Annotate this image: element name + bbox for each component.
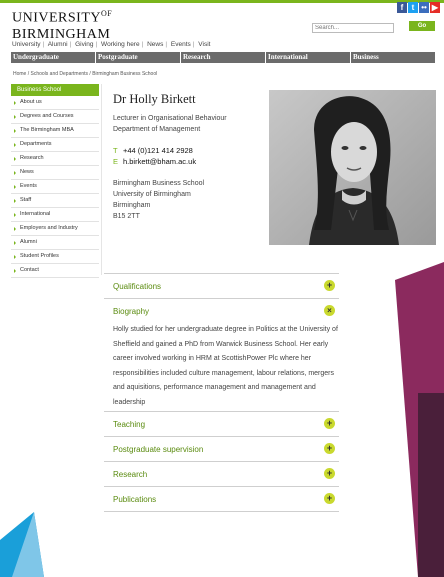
twitter-icon[interactable]: t: [408, 2, 418, 13]
sidebar-item-student-profiles[interactable]: Student Profiles: [11, 250, 99, 264]
sidebar-divider: [101, 84, 102, 275]
sidebar-item-about-us[interactable]: About us: [11, 96, 99, 110]
email-link[interactable]: h.birkett@bham.ac.uk: [123, 157, 196, 166]
main-nav: Undergraduate Postgraduate Research Inte…: [11, 52, 435, 63]
utility-link-alumni[interactable]: Alumni: [48, 41, 68, 48]
collapse-icon[interactable]: ×: [324, 305, 335, 316]
address-line: University of Birmingham: [113, 191, 191, 198]
utility-link-news[interactable]: News: [147, 41, 163, 48]
utility-link-events[interactable]: Events: [171, 41, 191, 48]
profile-name: Dr Holly Birkett: [113, 92, 196, 106]
accordion-title[interactable]: Research: [113, 470, 147, 479]
address-line: Birmingham: [113, 202, 151, 209]
profile-contact: T +44 (0)121 414 2928 Eh.birkett@bham.ac.…: [113, 145, 196, 167]
profile-job-title: Lecturer in Organisational Behaviour: [113, 115, 227, 122]
sidebar-item-birmingham-mba[interactable]: The Birmingham MBA: [11, 124, 99, 138]
youtube-icon[interactable]: ▶: [430, 2, 440, 13]
sidebar-heading[interactable]: Business School: [11, 84, 99, 96]
search-input[interactable]: [312, 23, 394, 33]
biography-text: Holly studied for her undergraduate degr…: [113, 326, 338, 406]
utility-link-visit[interactable]: Visit: [198, 41, 210, 48]
expand-icon[interactable]: +: [324, 418, 335, 429]
accordion-title[interactable]: Publications: [113, 495, 156, 504]
profile-department: Department of Management: [113, 126, 201, 133]
nav-international[interactable]: International: [266, 52, 351, 63]
expand-icon[interactable]: +: [324, 443, 335, 454]
sidebar-item-employers-and-industry[interactable]: Employers and Industry: [11, 222, 99, 236]
university-logo[interactable]: UNIVERSITYOF BIRMINGHAM: [12, 10, 112, 42]
profile-address: Birmingham Business School University of…: [113, 178, 204, 222]
email-label: E: [113, 157, 119, 166]
accordion-teaching[interactable]: Teaching +: [104, 411, 339, 436]
telephone-number[interactable]: +44 (0)121 414 2928: [123, 146, 193, 155]
portrait-image: [269, 90, 436, 245]
top-accent-bar: [0, 0, 444, 3]
profile-role: Lecturer in Organisational Behaviour Dep…: [113, 113, 227, 135]
sidebar-item-degrees-and-courses[interactable]: Degrees and Courses: [11, 110, 99, 124]
sidebar-item-events[interactable]: Events: [11, 180, 99, 194]
nav-undergraduate[interactable]: Undergraduate: [11, 52, 96, 63]
sidebar-item-research[interactable]: Research: [11, 152, 99, 166]
accordion-bottom-rule: [104, 511, 339, 512]
utility-link-university[interactable]: University: [12, 41, 41, 48]
social-links: f t •• ▶: [397, 2, 440, 13]
sidebar-item-international[interactable]: International: [11, 208, 99, 222]
utility-link-giving[interactable]: Giving: [75, 41, 93, 48]
light-blue-shape: [12, 512, 44, 577]
accordion-postgraduate-supervision[interactable]: Postgraduate supervision +: [104, 436, 339, 461]
sidebar-item-contact[interactable]: Contact: [11, 264, 99, 278]
accordion-title[interactable]: Teaching: [113, 420, 145, 429]
go-button[interactable]: Go: [409, 21, 435, 31]
nav-business[interactable]: Business: [351, 52, 435, 63]
expand-icon[interactable]: +: [324, 468, 335, 479]
nav-postgraduate[interactable]: Postgraduate: [96, 52, 181, 63]
purple-shape: [395, 262, 444, 577]
address-line: Birmingham Business School: [113, 180, 205, 187]
accordion-title[interactable]: Postgraduate supervision: [113, 445, 203, 454]
blue-shape: [0, 512, 44, 577]
sidebar-nav: Business School About us Degrees and Cou…: [11, 84, 99, 278]
sidebar-item-staff[interactable]: Staff: [11, 194, 99, 208]
accordion-qualifications[interactable]: Qualifications +: [104, 273, 339, 298]
accordion-publications[interactable]: Publications +: [104, 486, 339, 511]
expand-icon[interactable]: +: [324, 280, 335, 291]
sidebar-item-alumni[interactable]: Alumni: [11, 236, 99, 250]
accordion-research[interactable]: Research +: [104, 461, 339, 486]
expand-icon[interactable]: +: [324, 493, 335, 504]
utility-nav: University | Alumni | Giving | Working here…: [12, 41, 211, 48]
sidebar-item-news[interactable]: News: [11, 166, 99, 180]
utility-link-working-here[interactable]: Working here: [101, 41, 140, 48]
accordion-title[interactable]: Biography: [113, 307, 149, 316]
sidebar-item-departments[interactable]: Departments: [11, 138, 99, 152]
nav-research[interactable]: Research: [181, 52, 266, 63]
dark-purple-shape: [418, 393, 444, 577]
address-line: B15 2TT: [113, 213, 140, 220]
profile-photo: [269, 90, 436, 245]
facebook-icon[interactable]: f: [397, 2, 407, 13]
accordion-title[interactable]: Qualifications: [113, 282, 161, 291]
breadcrumb[interactable]: Home / Schools and Departments / Birming…: [13, 71, 157, 77]
telephone-label: T: [113, 146, 118, 155]
flickr-icon[interactable]: ••: [419, 2, 429, 13]
